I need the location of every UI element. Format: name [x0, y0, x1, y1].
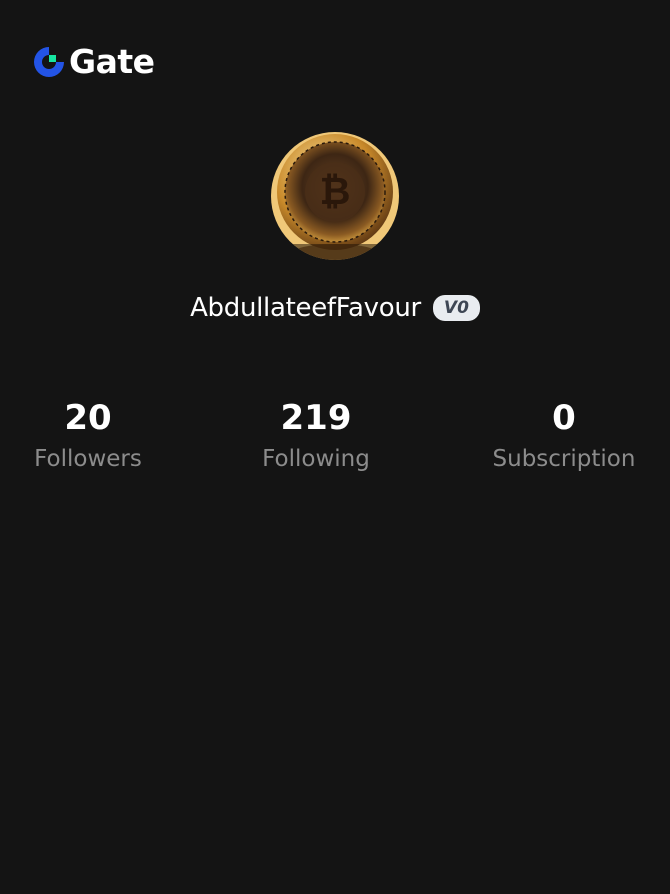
username-row: AbdullateefFavour V0: [0, 288, 670, 328]
level-badge[interactable]: V0: [432, 295, 480, 321]
gate-logo-icon: [34, 47, 64, 77]
bitcoin-coin-avatar: ₿: [271, 132, 399, 260]
username: AbdullateefFavour: [190, 293, 421, 323]
following-label: Following: [262, 446, 370, 472]
stat-followers[interactable]: 20 Followers: [32, 396, 144, 476]
followers-label: Followers: [34, 446, 142, 472]
stat-following[interactable]: 219 Following: [258, 396, 374, 476]
subscription-label: Subscription: [492, 446, 636, 472]
brand-logo[interactable]: Gate: [32, 44, 155, 80]
avatar[interactable]: ₿: [271, 132, 399, 260]
following-count: 219: [280, 398, 352, 438]
profile-page: Gate ₿ AbdullateefFavour V0 20 Followers…: [0, 0, 670, 894]
svg-text:₿: ₿: [320, 169, 351, 213]
stat-subscription[interactable]: 0 Subscription: [488, 396, 640, 476]
brand-name: Gate: [69, 42, 155, 81]
followers-count: 20: [64, 398, 112, 438]
subscription-count: 0: [552, 398, 576, 438]
